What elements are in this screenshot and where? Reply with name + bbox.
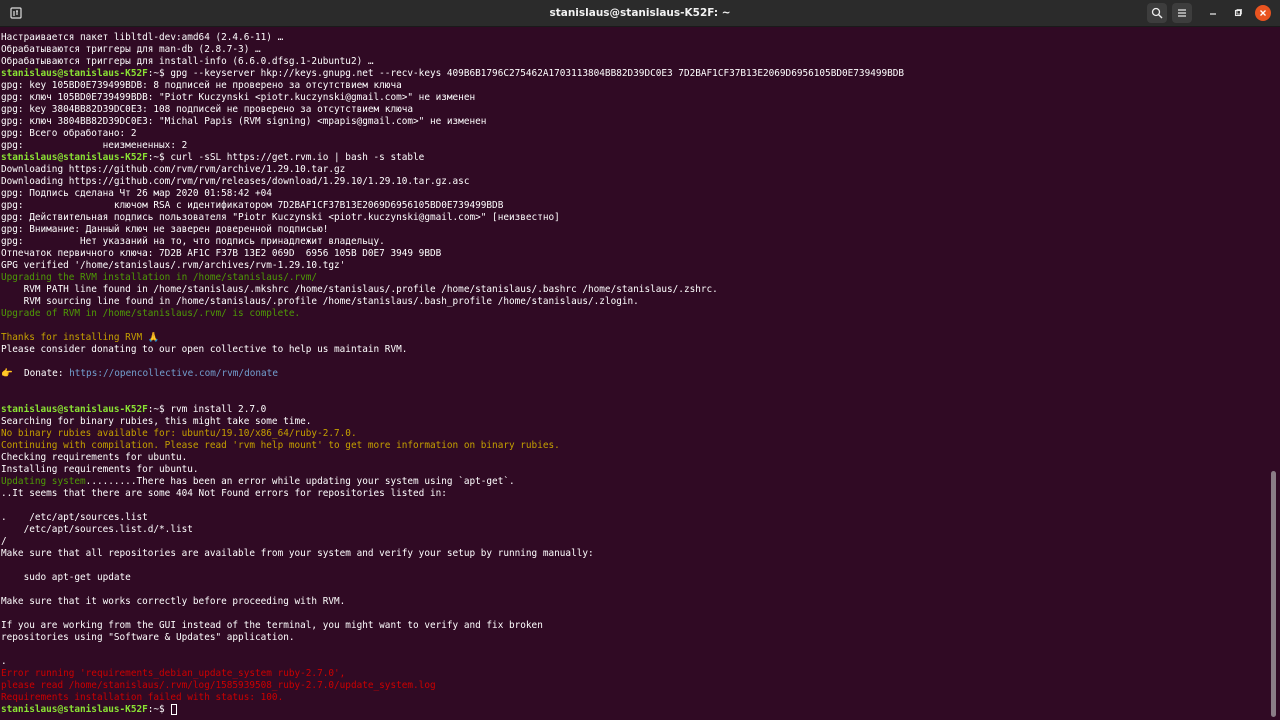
- search-button[interactable]: [1147, 3, 1167, 23]
- output-line: GPG verified '/home/stanislaus/.rvm/arch…: [1, 260, 346, 271]
- window-title: stanislaus@stanislaus-K52F: ~: [549, 7, 731, 19]
- prompt-line: stanislaus@stanislaus-K52F:~$ curl -sSL …: [1, 152, 1270, 164]
- output-line: Make sure that it works correctly before…: [1, 596, 346, 607]
- donate-link[interactable]: https://opencollective.com/rvm/donate: [69, 368, 278, 379]
- minimize-icon: [1210, 13, 1216, 15]
- status-text: Updating system: [1, 476, 86, 487]
- output-line: Downloading https://github.com/rvm/rvm/a…: [1, 164, 346, 175]
- output-line: gpg: key 105BD0E739499BDB: 8 подписей не…: [1, 80, 402, 91]
- prompt-user: stanislaus@stanislaus-K52F: [1, 704, 148, 715]
- output-line: RVM sourcing line found in /home/stanisl…: [1, 296, 639, 307]
- close-icon: [1260, 10, 1266, 16]
- output-line: Upgrading the RVM installation in /home/…: [1, 272, 318, 283]
- prompt-path: :~$: [147, 68, 171, 79]
- output-line: Searching for binary rubies, this might …: [1, 416, 312, 427]
- hamburger-menu-icon: [1178, 9, 1186, 17]
- output-line: gpg: Всего обработано: 2: [1, 128, 137, 139]
- output-line: gpg: ключом RSA с идентификатором 7D2BAF…: [1, 200, 504, 211]
- output-line: /etc/apt/sources.list.d/*.list: [1, 524, 193, 535]
- terminal-lines: Настраивается пакет libltdl-dev:amd64 (2…: [0, 27, 1270, 716]
- output-line: gpg: Действительная подпись пользователя…: [1, 212, 560, 223]
- command-text: curl -sSL https://get.rvm.io | bash -s s…: [170, 152, 425, 163]
- scrollbar-thumb[interactable]: [1271, 471, 1276, 717]
- output-line: . /etc/apt/sources.list: [1, 512, 148, 523]
- prompt-line: stanislaus@stanislaus-K52F:~$ rvm instal…: [1, 404, 1270, 416]
- output-line: Installing requirements for ubuntu.: [1, 464, 199, 475]
- output-line: Настраивается пакет libltdl-dev:amd64 (2…: [1, 32, 284, 43]
- output-line: /: [1, 536, 7, 547]
- text-cursor: [171, 704, 178, 715]
- prompt-user: stanislaus@stanislaus-K52F: [1, 404, 148, 415]
- output-line: .: [1, 656, 7, 667]
- error-line: please read /home/stanislaus/.rvm/log/15…: [1, 680, 436, 691]
- output-line: gpg: ключ 3804BB82D39DC0E3: "Michal Papi…: [1, 116, 487, 127]
- output-line: Updating system.........There has been a…: [1, 476, 1270, 488]
- output-line: No binary rubies available for: ubuntu/1…: [1, 428, 357, 439]
- output-line: sudo apt-get update: [1, 572, 131, 583]
- prompt-user: stanislaus@stanislaus-K52F: [1, 152, 148, 163]
- output-line: Continuing with compilation. Please read…: [1, 440, 560, 451]
- output-line: Thanks for installing RVM 🙏: [1, 332, 160, 343]
- output-line: gpg: key 3804BB82D39DC0E3: 108 подписей …: [1, 104, 414, 115]
- title-bar: stanislaus@stanislaus-K52F: ~: [0, 0, 1280, 27]
- search-icon: [1151, 7, 1163, 19]
- output-line: gpg: Внимание: Данный ключ не заверен до…: [1, 224, 329, 235]
- command-text: gpg --keyserver hkp://keys.gnupg.net --r…: [170, 68, 905, 79]
- output-line: Upgrade of RVM in /home/stanislaus/.rvm/…: [1, 308, 301, 319]
- output-line: Отпечаток первичного ключа: 7D2B AF1C F3…: [1, 248, 442, 259]
- maximize-icon: [1234, 9, 1242, 17]
- output-line: RVM PATH line found in /home/stanislaus/…: [1, 284, 718, 295]
- output-line: gpg: Подпись сделана Чт 26 мар 2020 01:5…: [1, 188, 272, 199]
- error-line: Requirements installation failed with st…: [1, 692, 284, 703]
- output-line: If you are working from the GUI instead …: [1, 620, 543, 631]
- terminal-output[interactable]: Настраивается пакет libltdl-dev:amd64 (2…: [0, 27, 1270, 720]
- output-line: Обрабатываются триггеры для install-info…: [1, 56, 374, 67]
- output-line: repositories using "Software & Updates" …: [1, 632, 295, 643]
- output-line: ..It seems that there are some 404 Not F…: [1, 488, 447, 499]
- prompt-line: stanislaus@stanislaus-K52F:~$ gpg --keys…: [1, 68, 1270, 80]
- donate-line: 👉 Donate: https://opencollective.com/rvm…: [1, 368, 1270, 380]
- close-button[interactable]: [1255, 5, 1271, 21]
- output-line: Make sure that all repositories are avai…: [1, 548, 594, 559]
- menu-button[interactable]: [1172, 3, 1192, 23]
- output-line: Please consider donating to our open col…: [1, 344, 408, 355]
- error-line: Error running 'requirements_debian_updat…: [1, 668, 346, 679]
- maximize-button[interactable]: [1228, 3, 1248, 23]
- output-line: gpg: неизмененных: 2: [1, 140, 188, 151]
- output-line: gpg: Нет указаний на то, что подпись при…: [1, 236, 385, 247]
- output-line: gpg: ключ 105BD0E739499BDB: "Piotr Kuczy…: [1, 92, 476, 103]
- prompt-line: stanislaus@stanislaus-K52F:~$: [1, 704, 1270, 716]
- prompt-path: :~$: [147, 704, 171, 715]
- prompt-path: :~$: [147, 152, 171, 163]
- donate-label: 👉 Donate:: [1, 368, 70, 379]
- prompt-path: :~$: [147, 404, 171, 415]
- output-line: Checking requirements for ubuntu.: [1, 452, 188, 463]
- output-line: Обрабатываются триггеры для man-db (2.8.…: [1, 44, 261, 55]
- output-text: .........There has been an error while u…: [85, 476, 515, 487]
- output-line: Downloading https://github.com/rvm/rvm/r…: [1, 176, 470, 187]
- prompt-user: stanislaus@stanislaus-K52F: [1, 68, 148, 79]
- command-text: rvm install 2.7.0: [170, 404, 267, 415]
- minimize-button[interactable]: [1203, 3, 1223, 23]
